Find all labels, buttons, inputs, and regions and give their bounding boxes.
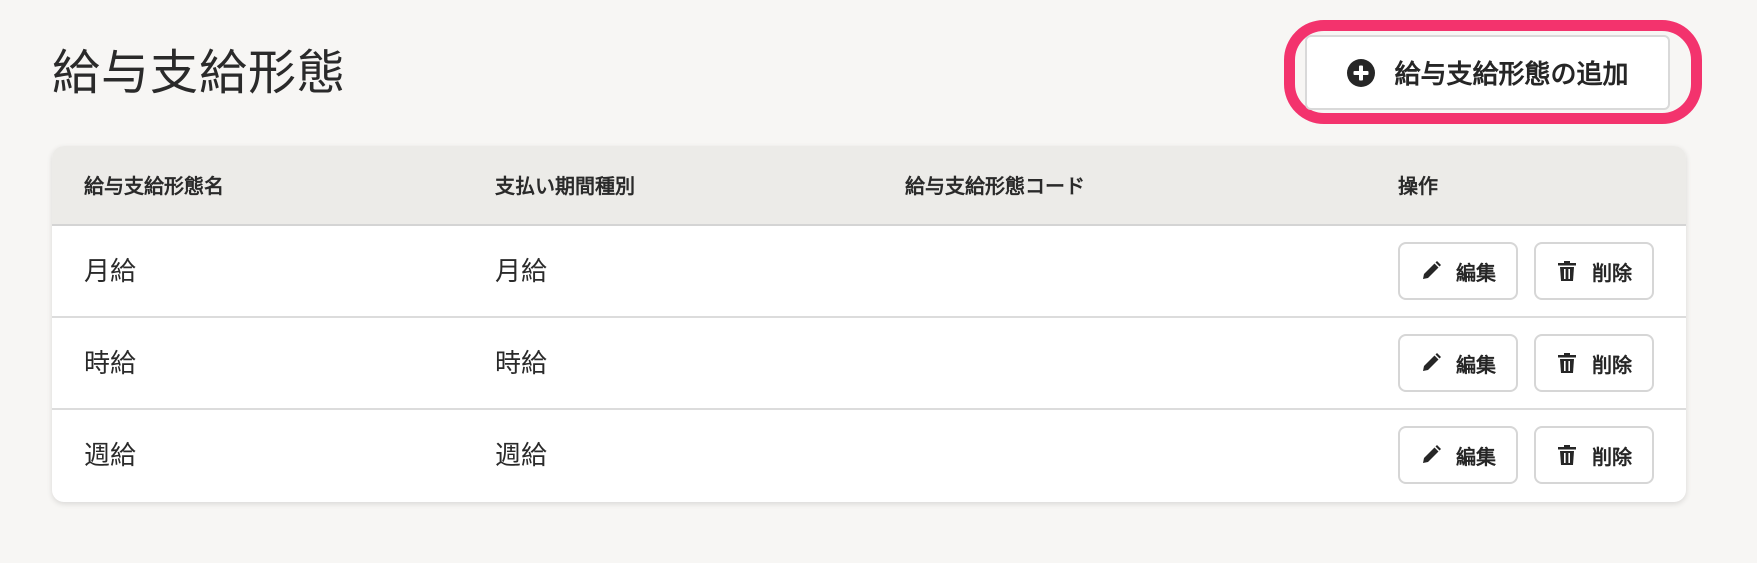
pencil-icon [1420, 444, 1442, 466]
delete-button-label: 削除 [1592, 262, 1632, 285]
cell-name: 月給 [84, 257, 137, 287]
delete-button-label: 削除 [1592, 354, 1632, 377]
column-header-period[interactable]: 支払い期間種別 [495, 146, 635, 226]
column-header-name[interactable]: 給与支給形態名 [84, 146, 224, 226]
table-header: 給与支給形態名 支払い期間種別 給与支給形態コード 操作 [52, 146, 1686, 226]
table-row: 週給 週給 編集 削除 [52, 410, 1686, 502]
row-actions: 編集 削除 [1398, 426, 1654, 484]
trash-icon [1556, 260, 1578, 282]
table-row: 時給 時給 編集 削除 [52, 318, 1686, 410]
add-button-label: 給与支給形態の追加 [1394, 59, 1629, 89]
delete-button[interactable]: 削除 [1534, 334, 1654, 392]
pencil-icon [1420, 260, 1442, 282]
edit-button-label: 編集 [1456, 446, 1496, 469]
cell-period: 週給 [495, 441, 548, 471]
add-payment-type-button[interactable]: 給与支給形態の追加 [1305, 35, 1670, 110]
page: 給与支給形態 給与支給形態の追加 給与支給形態名 支払い期間種別 給与支給形態コ… [0, 0, 1757, 563]
column-header-code[interactable]: 給与支給形態コード [905, 146, 1085, 226]
edit-button[interactable]: 編集 [1398, 334, 1518, 392]
plus-circle-icon [1346, 58, 1376, 88]
column-header-actions: 操作 [1398, 174, 1438, 198]
payment-types-table: 給与支給形態名 支払い期間種別 給与支給形態コード 操作 月給 月給 編集 削除… [52, 146, 1686, 502]
table-row: 月給 月給 編集 削除 [52, 226, 1686, 318]
cell-period: 月給 [495, 257, 548, 287]
edit-button[interactable]: 編集 [1398, 242, 1518, 300]
row-actions: 編集 削除 [1398, 334, 1654, 392]
delete-button-label: 削除 [1592, 446, 1632, 469]
edit-button-label: 編集 [1456, 354, 1496, 377]
cell-name: 時給 [84, 349, 137, 379]
cell-name: 週給 [84, 441, 137, 471]
edit-button-label: 編集 [1456, 262, 1496, 285]
trash-icon [1556, 444, 1578, 466]
delete-button[interactable]: 削除 [1534, 426, 1654, 484]
row-actions: 編集 削除 [1398, 242, 1654, 300]
edit-button[interactable]: 編集 [1398, 426, 1518, 484]
delete-button[interactable]: 削除 [1534, 242, 1654, 300]
cell-period: 時給 [495, 349, 548, 379]
pencil-icon [1420, 352, 1442, 374]
page-title: 給与支給形態 [52, 45, 347, 101]
trash-icon [1556, 352, 1578, 374]
